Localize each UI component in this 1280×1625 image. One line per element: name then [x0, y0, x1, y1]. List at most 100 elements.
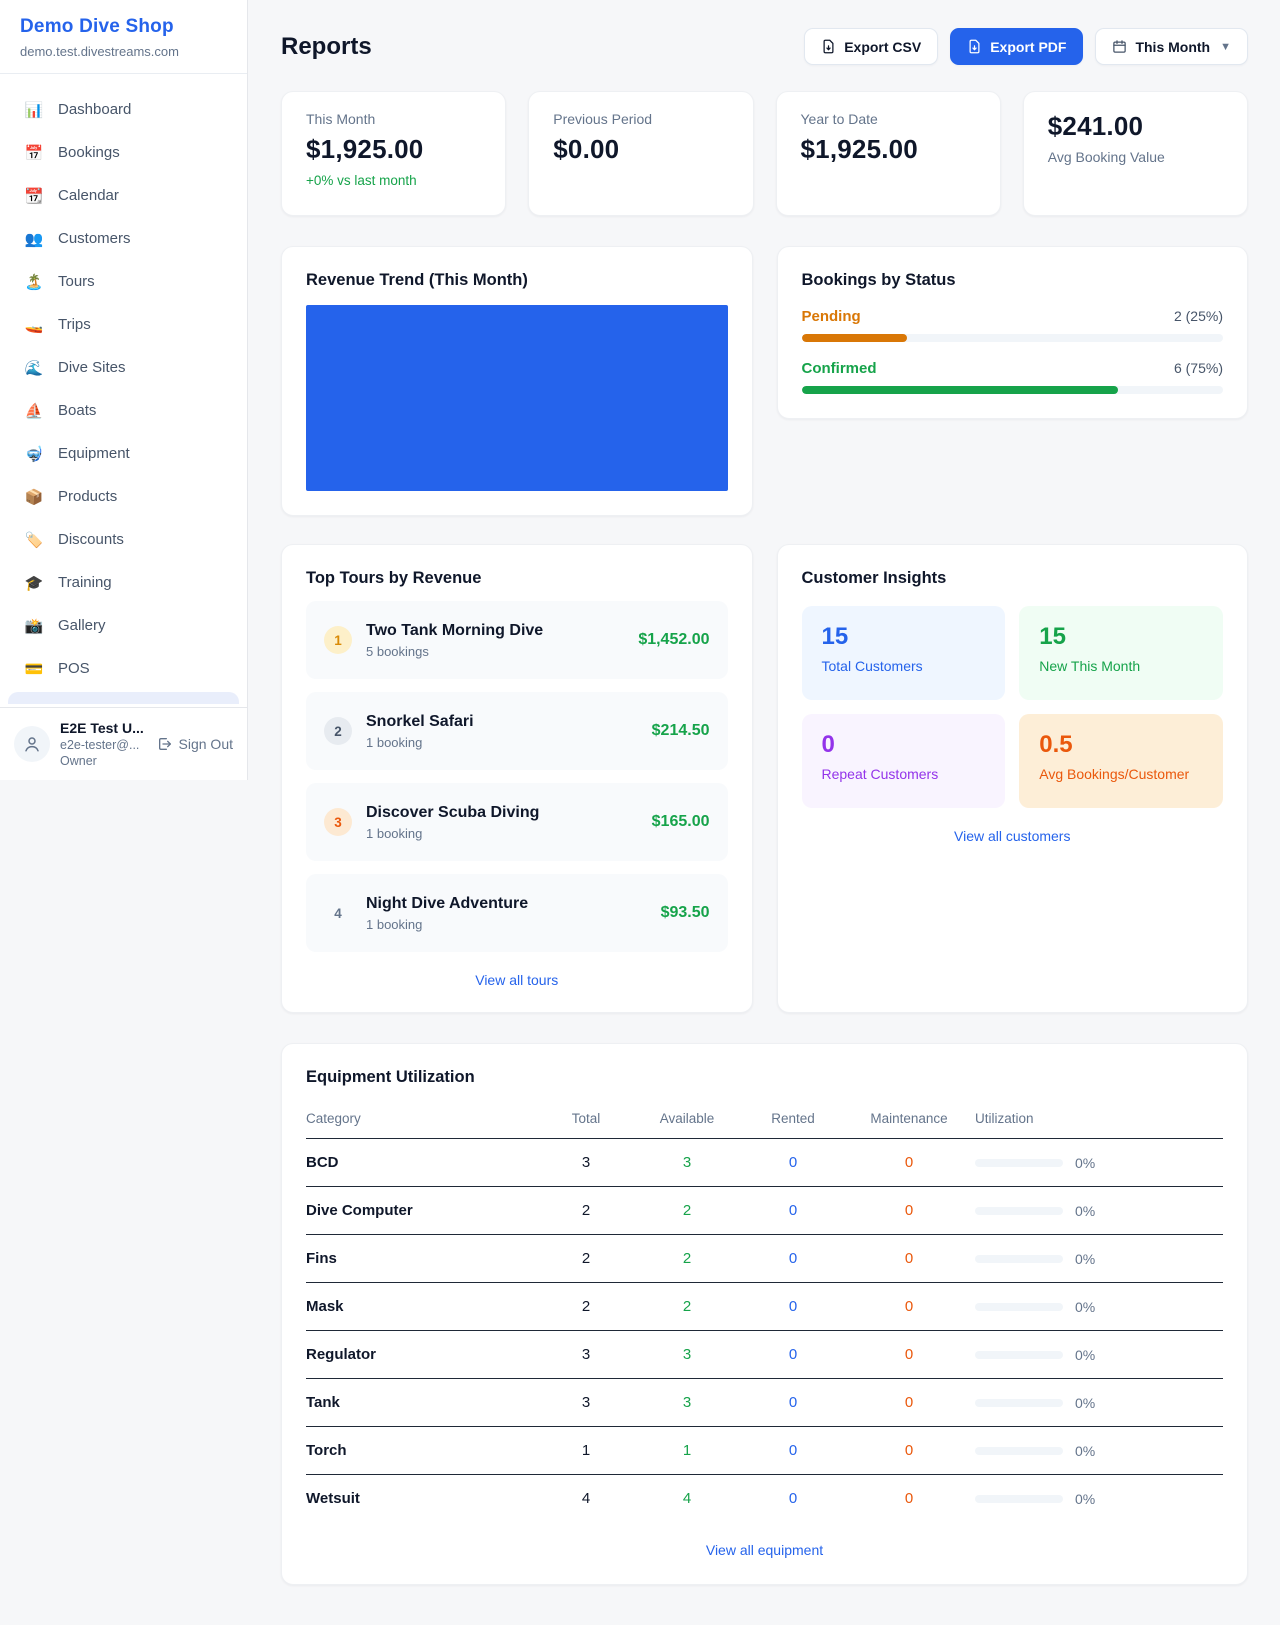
export-pdf-button[interactable]: Export PDF: [950, 28, 1083, 65]
sidebar-item-pos[interactable]: 💳 POS: [0, 647, 247, 690]
equipment-table-row: Wetsuit 4 4 0 0 0%: [306, 1475, 1223, 1523]
status-bar-fill: [802, 386, 1118, 394]
equipment-total: 3: [541, 1331, 631, 1379]
view-all-customers-link[interactable]: View all customers: [802, 828, 1224, 844]
rank-badge: 3: [324, 808, 352, 836]
equipment-maintenance: 0: [843, 1427, 975, 1475]
col-total: Total: [541, 1103, 631, 1139]
sidebar-item-discounts[interactable]: 🏷️Discounts: [0, 518, 247, 561]
view-all-tours-link[interactable]: View all tours: [306, 972, 728, 988]
sidebar-item-dashboard[interactable]: 📊Dashboard: [0, 88, 247, 131]
tour-row[interactable]: 4 Night Dive Adventure 1 booking $93.50: [306, 874, 728, 952]
sidebar-item-dive-sites[interactable]: 🌊Dive Sites: [0, 346, 247, 389]
tour-name: Snorkel Safari: [366, 713, 638, 731]
island-icon: 🏝️: [24, 273, 44, 291]
sidebar-item-products[interactable]: 📦 Products: [0, 475, 247, 518]
sidebar-item-label: Trips: [58, 316, 91, 333]
equipment-available: 3: [631, 1331, 743, 1379]
equipment-table-row: Torch 1 1 0 0 0%: [306, 1427, 1223, 1475]
equipment-table-header: Category Total Available Rented Maintena…: [306, 1103, 1223, 1139]
sidebar-item-label: Tours: [58, 273, 95, 290]
stat-value: $241.00: [1048, 111, 1223, 142]
tour-revenue: $214.50: [652, 722, 710, 740]
equipment-utilization-cell: 0%: [975, 1235, 1223, 1283]
utilization-bar: [975, 1303, 1063, 1311]
sidebar-item-label: POS: [58, 660, 90, 677]
package-icon: 📦: [24, 488, 44, 506]
equipment-table-row: BCD 3 3 0 0 0%: [306, 1139, 1223, 1187]
insight-value: 0: [822, 731, 986, 759]
status-count: 2 (25%): [1174, 308, 1223, 324]
equipment-rented: 0: [743, 1379, 843, 1427]
top-tours-card: Top Tours by Revenue 1 Two Tank Morning …: [281, 544, 753, 1013]
tour-row[interactable]: 1 Two Tank Morning Dive 5 bookings $1,45…: [306, 601, 728, 679]
equipment-category: Dive Computer: [306, 1187, 541, 1235]
period-select[interactable]: This Month ▼: [1095, 28, 1248, 65]
credit-card-icon: 💳: [24, 660, 44, 678]
equipment-category: Torch: [306, 1427, 541, 1475]
stat-label: Avg Booking Value: [1048, 149, 1223, 165]
tour-bookings: 1 booking: [366, 917, 647, 932]
sidebar-item-label: Products: [58, 488, 117, 505]
equipment-utilization-title: Equipment Utilization: [306, 1068, 1223, 1087]
stat-card-this-month: This Month $1,925.00 +0% vs last month: [281, 91, 506, 216]
utilization-percent: 0%: [1075, 1395, 1095, 1411]
stat-card-avg-booking-value: $241.00 Avg Booking Value: [1023, 91, 1248, 216]
insight-value: 15: [822, 623, 986, 651]
insight-label: Total Customers: [822, 658, 986, 674]
sidebar-item-active-partial[interactable]: [8, 692, 239, 704]
calendar-outline-icon: [1112, 39, 1127, 54]
equipment-total: 2: [541, 1283, 631, 1331]
col-rented: Rented: [743, 1103, 843, 1139]
sidebar-item-customers[interactable]: 👥Customers: [0, 217, 247, 260]
sidebar-item-calendar[interactable]: 📆Calendar: [0, 174, 247, 217]
customers-icon: 👥: [24, 230, 44, 248]
utilization-percent: 0%: [1075, 1299, 1095, 1315]
sidebar-item-training[interactable]: 🎓Training: [0, 561, 247, 604]
user-name: E2E Test U...: [60, 720, 147, 736]
equipment-category: Wetsuit: [306, 1475, 541, 1523]
sidebar-item-gallery[interactable]: 📸Gallery: [0, 604, 247, 647]
equipment-available: 3: [631, 1379, 743, 1427]
equipment-maintenance: 0: [843, 1475, 975, 1523]
utilization-bar: [975, 1159, 1063, 1167]
sidebar-item-label: Bookings: [58, 144, 120, 161]
view-all-equipment-link[interactable]: View all equipment: [306, 1542, 1223, 1558]
sidebar-item-boats[interactable]: ⛵Boats: [0, 389, 247, 432]
equipment-table-row: Mask 2 2 0 0 0%: [306, 1283, 1223, 1331]
equipment-table-row: Fins 2 2 0 0 0%: [306, 1235, 1223, 1283]
equipment-rented: 0: [743, 1283, 843, 1331]
sidebar-item-bookings[interactable]: 📅Bookings: [0, 131, 247, 174]
sidebar-item-tours[interactable]: 🏝️ Tours: [0, 260, 247, 303]
sidebar-item-equipment[interactable]: 🤿Equipment: [0, 432, 247, 475]
col-maintenance: Maintenance: [843, 1103, 975, 1139]
insight-tile-new-this-month: 15 New This Month: [1019, 606, 1223, 700]
export-csv-button[interactable]: Export CSV: [804, 28, 938, 65]
user-email: e2e-tester@...: [60, 738, 147, 752]
sidebar-item-trips[interactable]: 🚤Trips: [0, 303, 247, 346]
sign-out-button[interactable]: Sign Out: [157, 736, 233, 752]
graduation-cap-icon: 🎓: [24, 574, 44, 592]
utilization-percent: 0%: [1075, 1491, 1095, 1507]
col-available: Available: [631, 1103, 743, 1139]
user-role: Owner: [60, 754, 147, 768]
avatar: [14, 726, 50, 762]
insight-value: 15: [1039, 623, 1203, 651]
status-count: 6 (75%): [1174, 360, 1223, 376]
utilization-percent: 0%: [1075, 1203, 1095, 1219]
tour-row[interactable]: 3 Discover Scuba Diving 1 booking $165.0…: [306, 783, 728, 861]
stat-value: $1,925.00: [306, 134, 481, 165]
sidebar-item-label: Equipment: [58, 445, 130, 462]
customer-insights-title: Customer Insights: [802, 569, 1224, 588]
status-row-confirmed: Confirmed 6 (75%): [802, 360, 1224, 394]
utilization-bar: [975, 1447, 1063, 1455]
utilization-bar: [975, 1495, 1063, 1503]
tour-row[interactable]: 2 Snorkel Safari 1 booking $214.50: [306, 692, 728, 770]
equipment-utilization-cell: 0%: [975, 1379, 1223, 1427]
equipment-available: 2: [631, 1235, 743, 1283]
tour-name: Night Dive Adventure: [366, 895, 647, 913]
tour-revenue: $1,452.00: [638, 631, 709, 649]
equipment-total: 1: [541, 1427, 631, 1475]
equipment-table: Category Total Available Rented Maintena…: [306, 1103, 1223, 1522]
tour-bookings: 1 booking: [366, 826, 638, 841]
